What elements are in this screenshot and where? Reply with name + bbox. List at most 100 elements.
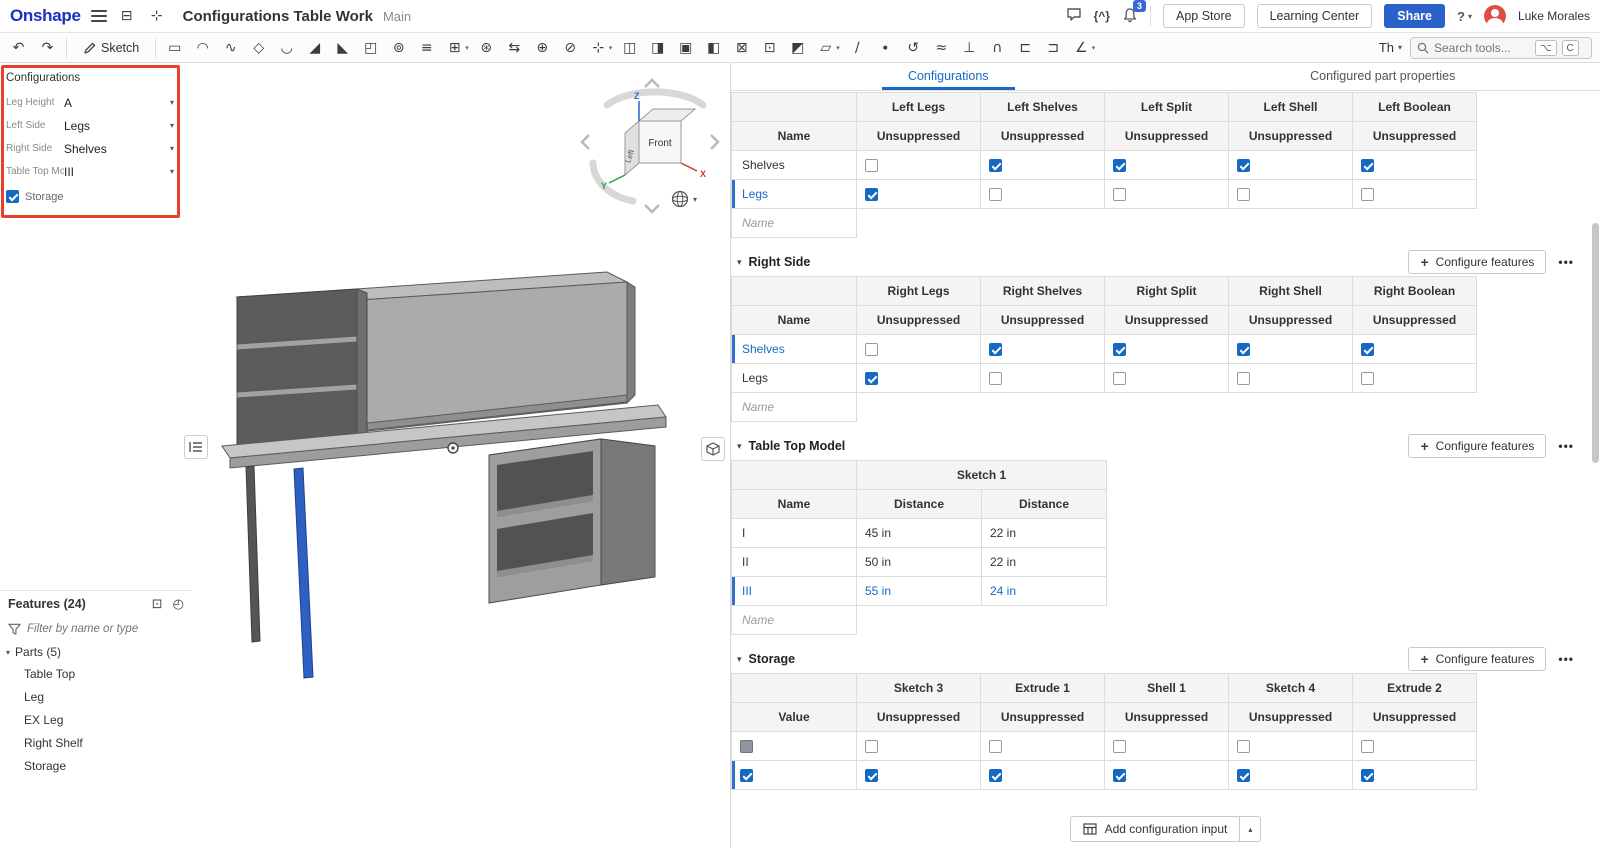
more-options-button[interactable]: •••	[1558, 255, 1574, 269]
extrude-icon[interactable]: ▭	[164, 40, 185, 56]
feature-column-header[interactable]: Right Legs	[857, 277, 981, 306]
suppression-checkbox[interactable]	[865, 188, 878, 201]
new-row-cell[interactable]: Name	[732, 606, 857, 635]
split-icon[interactable]: ⊘	[560, 40, 581, 56]
suppression-checkbox[interactable]	[989, 740, 1002, 753]
suppression-checkbox[interactable]	[1361, 740, 1374, 753]
suppression-checkbox[interactable]	[1361, 769, 1374, 782]
chevron-down-icon[interactable]: ▾	[737, 441, 742, 452]
feature-list-toggle[interactable]	[184, 435, 208, 459]
suppression-checkbox[interactable]	[1237, 372, 1250, 385]
feature-column-header[interactable]: Left Shell	[1229, 93, 1353, 122]
feature-column-header[interactable]: Right Split	[1105, 277, 1229, 306]
suppression-checkbox[interactable]	[1113, 343, 1126, 356]
configure-features-button[interactable]: + Configure features	[1408, 250, 1546, 274]
part-item-right-shelf[interactable]: Right Shelf	[0, 732, 192, 755]
suppression-checkbox[interactable]	[1113, 769, 1126, 782]
thicken-icon[interactable]: ◨	[647, 40, 668, 56]
value-cell[interactable]: 45 in	[857, 519, 982, 548]
suppression-checkbox[interactable]	[1237, 343, 1250, 356]
feature-column-header[interactable]: Right Boolean	[1353, 277, 1477, 306]
sketch-button[interactable]: Sketch	[75, 39, 147, 57]
value-checkbox[interactable]	[740, 740, 753, 753]
more-options-button[interactable]: •••	[1558, 652, 1574, 666]
project-icon[interactable]: ⊥	[959, 40, 980, 56]
suppression-checkbox[interactable]	[1113, 159, 1126, 172]
row-name-cell[interactable]: II	[732, 548, 857, 577]
config-checkbox-storage[interactable]: Storage	[0, 183, 186, 210]
view-orientation-menu[interactable]: ▾	[670, 189, 697, 209]
shell-icon[interactable]: ◰	[360, 40, 381, 56]
value-cell[interactable]: 22 in	[982, 519, 1107, 548]
row-name-cell[interactable]: Legs	[732, 364, 857, 393]
part-item-ex-leg[interactable]: EX Leg	[0, 709, 192, 732]
config-input-left-side[interactable]: Left Side Legs ▾	[0, 114, 186, 137]
value-cell[interactable]: 24 in	[982, 577, 1107, 606]
fillet-icon[interactable]: ◡	[276, 40, 297, 56]
suppression-checkbox[interactable]	[1113, 188, 1126, 201]
rib-icon[interactable]: ≡	[416, 40, 437, 56]
suppression-checkbox[interactable]	[865, 372, 878, 385]
linear-pattern-icon[interactable]: ⊞	[444, 40, 465, 56]
row-name-cell[interactable]: I	[732, 519, 857, 548]
new-row-cell[interactable]: Name	[732, 393, 857, 422]
transform-icon[interactable]: ⊹	[588, 40, 609, 56]
configure-features-button[interactable]: + Configure features	[1408, 434, 1546, 458]
circular-pattern-icon[interactable]: ⊛	[476, 40, 497, 56]
suppression-checkbox[interactable]	[1113, 372, 1126, 385]
feature-column-header[interactable]: Left Split	[1105, 93, 1229, 122]
share-button[interactable]: Share	[1384, 4, 1445, 28]
undo-icon[interactable]: ↶	[8, 40, 29, 56]
insert-feature-icon[interactable]: ⊡	[152, 597, 163, 612]
dropdown-caret-icon[interactable]: ▾	[465, 44, 469, 52]
more-options-button[interactable]: •••	[1558, 439, 1574, 453]
feature-column-header[interactable]: Left Shelves	[981, 93, 1105, 122]
loft-icon[interactable]: ◇	[248, 40, 269, 56]
point-icon[interactable]: ∙	[875, 40, 896, 56]
feature-column-header[interactable]: Left Boolean	[1353, 93, 1477, 122]
measure-icon[interactable]: ∠	[1071, 40, 1092, 56]
plane-icon[interactable]: ▱	[815, 40, 836, 56]
feature-filter-input[interactable]	[27, 623, 184, 635]
suppression-checkbox[interactable]	[1361, 343, 1374, 356]
suppression-checkbox[interactable]	[1237, 769, 1250, 782]
feature-column-header[interactable]: Extrude 1	[981, 674, 1105, 703]
hole-icon[interactable]: ⊚	[388, 40, 409, 56]
sketch-group-header[interactable]: Sketch 1	[857, 461, 1107, 490]
suppression-checkbox[interactable]	[1237, 159, 1250, 172]
delete-face-icon[interactable]: ⊠	[731, 40, 752, 56]
suppression-checkbox[interactable]	[865, 343, 878, 356]
value-checkbox[interactable]	[740, 769, 753, 782]
suppression-checkbox[interactable]	[989, 372, 1002, 385]
rollback-history-icon[interactable]: ◴	[173, 597, 184, 612]
row-name-cell[interactable]: III	[732, 577, 857, 606]
suppression-checkbox[interactable]	[989, 343, 1002, 356]
spline-icon[interactable]: ≈	[931, 40, 952, 56]
replace-face-icon[interactable]: ◩	[787, 40, 808, 56]
feature-column-header[interactable]: Left Legs	[857, 93, 981, 122]
helix-icon[interactable]: ↺	[903, 40, 924, 56]
feature-column-header[interactable]: Extrude 2	[1353, 674, 1477, 703]
offset-surface-icon[interactable]: ◫	[619, 40, 640, 56]
sweep-icon[interactable]: ∿	[220, 40, 241, 56]
featurescript-icon[interactable]: {^}	[1094, 9, 1110, 23]
revolve-icon[interactable]: ◠	[192, 40, 213, 56]
feature-column-header[interactable]: Right Shelves	[981, 277, 1105, 306]
suppression-checkbox[interactable]	[1237, 188, 1250, 201]
boolean-icon[interactable]: ⊕	[532, 40, 553, 56]
chamfer-icon[interactable]: ◢	[304, 40, 325, 56]
hamburger-menu-icon[interactable]	[91, 10, 107, 22]
redo-icon[interactable]: ↷	[37, 40, 58, 56]
tab-configurations[interactable]: Configurations	[731, 63, 1166, 90]
chevron-down-icon[interactable]: ▾	[737, 654, 742, 665]
mirror-icon[interactable]: ⇆	[504, 40, 525, 56]
tab-configured-part-properties[interactable]: Configured part properties	[1166, 63, 1600, 90]
feature-column-header[interactable]: Right Shell	[1229, 277, 1353, 306]
suppression-checkbox[interactable]	[989, 769, 1002, 782]
dropdown-caret-icon[interactable]: ▾	[836, 44, 840, 52]
row-name-cell[interactable]: Shelves	[732, 335, 857, 364]
help-menu[interactable]: ? ▾	[1457, 9, 1472, 24]
value-cell[interactable]: 55 in	[857, 577, 982, 606]
config-input-right-side[interactable]: Right Side Shelves ▾	[0, 137, 186, 160]
suppression-checkbox[interactable]	[989, 188, 1002, 201]
